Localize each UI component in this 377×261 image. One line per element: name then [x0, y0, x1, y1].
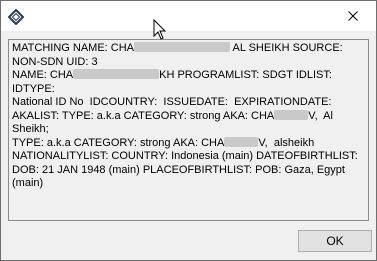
title-bar[interactable] [1, 1, 376, 31]
details-line-2a: NAME: CHA [12, 69, 74, 81]
details-line-7: DOB: 21 JAN 1948 (main) PLACEOFBIRTHLIST… [12, 163, 349, 190]
redacted-text [134, 42, 231, 52]
redacted-text [224, 136, 259, 147]
close-icon [348, 11, 358, 21]
redacted-text [274, 109, 309, 120]
dialog-client-area: MATCHING NAME: CHA AL SHEIKH SOURCE: NON… [1, 31, 376, 260]
close-button[interactable] [330, 1, 376, 31]
ok-button[interactable]: OK [298, 230, 372, 252]
dialog-window: MATCHING NAME: CHA AL SHEIKH SOURCE: NON… [0, 0, 377, 261]
redacted-text [73, 69, 160, 79]
details-line-6: NATIONALITYLIST: COUNTRY: Indonesia (mai… [12, 150, 358, 162]
details-line-5b: V, alsheikh [258, 136, 315, 149]
details-line-4a: AKALIST: TYPE: a.k.a CATEGORY: strong AK… [12, 109, 275, 122]
mouse-pointer-icon [153, 19, 167, 40]
details-line-5a: TYPE: a.k.a CATEGORY: strong AKA: CHA [12, 136, 225, 149]
details-line-1a: MATCHING NAME: CHA [12, 42, 135, 54]
match-details-textbox[interactable]: MATCHING NAME: CHA AL SHEIKH SOURCE: NON… [8, 39, 369, 221]
diamond-app-icon [8, 9, 24, 25]
details-line-3: National ID No IDCOUNTRY: ISSUEDATE: EXP… [12, 96, 332, 108]
